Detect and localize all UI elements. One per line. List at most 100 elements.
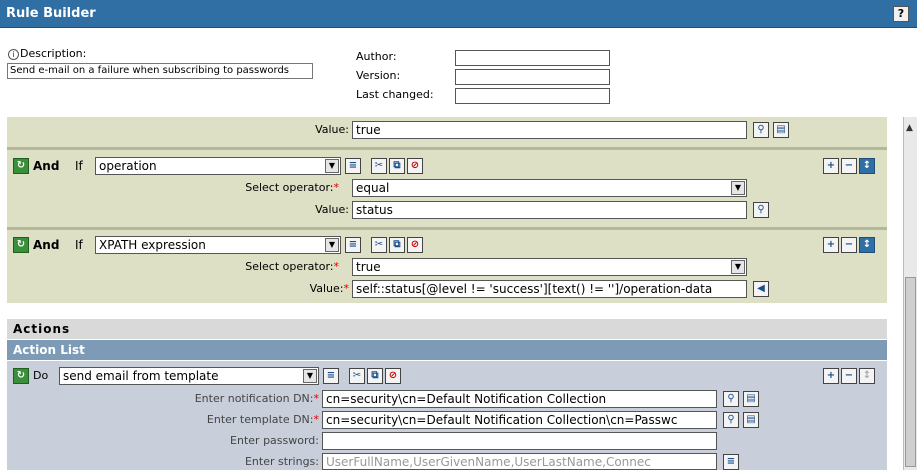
operator-select[interactable]: equal ▼ bbox=[352, 179, 747, 197]
move-icon[interactable]: ↕ bbox=[859, 237, 875, 253]
last-changed-field[interactable] bbox=[455, 88, 610, 104]
condition-type-select[interactable]: operation ▼ bbox=[95, 157, 341, 175]
search-icon[interactable]: ⚲ bbox=[723, 391, 739, 407]
chevron-down-icon: ▼ bbox=[325, 159, 339, 173]
delete-icon[interactable]: ⊘ bbox=[407, 237, 423, 253]
delete-icon[interactable]: ⊘ bbox=[385, 368, 401, 384]
remove-icon[interactable]: − bbox=[841, 237, 857, 253]
add-icon[interactable]: + bbox=[823, 158, 839, 174]
strings-field[interactable]: UserFullName,UserGivenName,UserLastName,… bbox=[322, 453, 717, 470]
remove-icon[interactable]: − bbox=[841, 368, 857, 384]
value-label: Value: bbox=[315, 203, 349, 216]
move-icon[interactable]: ↕ bbox=[859, 158, 875, 174]
value-label: Value: bbox=[315, 123, 349, 136]
window-title: Rule Builder bbox=[6, 6, 96, 21]
edit-list-icon[interactable]: ≡ bbox=[723, 454, 739, 470]
conjunction-label: And bbox=[33, 238, 60, 252]
description-field[interactable]: Send e-mail on a failure when subscribin… bbox=[7, 63, 313, 79]
help-icon[interactable]: ? bbox=[893, 6, 909, 22]
template-dn-field[interactable]: cn=security\cn=Default Notification Coll… bbox=[322, 411, 717, 429]
condition-divider bbox=[7, 147, 887, 150]
required-icon: * bbox=[333, 181, 340, 194]
cut-icon[interactable]: ✂ bbox=[371, 158, 387, 174]
password-field[interactable] bbox=[322, 432, 717, 450]
select-operator-label: Select operator:* bbox=[245, 260, 339, 273]
scroll-up-icon[interactable]: ▲ bbox=[906, 123, 913, 133]
template-dn-label-text: Enter template DN: bbox=[206, 413, 314, 426]
condition-type-value: XPATH expression bbox=[99, 238, 206, 252]
xpath-value-field[interactable]: self::status[@level != 'success'][text()… bbox=[352, 280, 747, 298]
action-type-select[interactable]: send email from template ▼ bbox=[59, 367, 319, 385]
vertical-scrollbar[interactable]: ▲ bbox=[903, 117, 917, 470]
required-icon: * bbox=[313, 392, 320, 405]
edit-list-icon[interactable]: ≡ bbox=[323, 368, 339, 384]
value-field[interactable]: status bbox=[352, 201, 747, 219]
version-label: Version: bbox=[356, 69, 401, 82]
author-label: Author: bbox=[356, 50, 397, 63]
required-icon: * bbox=[343, 282, 350, 295]
select-operator-label-text: Select operator: bbox=[245, 181, 334, 194]
copy-icon[interactable]: ⧉ bbox=[367, 368, 383, 384]
version-field[interactable] bbox=[455, 69, 610, 85]
select-operator-label-text: Select operator: bbox=[245, 260, 334, 273]
info-icon: i bbox=[8, 49, 19, 60]
value-label-text: Value: bbox=[309, 282, 344, 295]
required-icon: * bbox=[333, 260, 340, 273]
author-field[interactable] bbox=[455, 50, 610, 66]
browse-icon[interactable]: ▤ bbox=[743, 412, 759, 428]
add-icon[interactable]: + bbox=[823, 368, 839, 384]
conditions-panel: Value: true ⚲ ▤ ↻ And If operation ▼ ≡ ✂… bbox=[7, 117, 887, 303]
operator-value: equal bbox=[356, 181, 390, 195]
chevron-down-icon: ▼ bbox=[731, 181, 745, 195]
value-field[interactable]: true bbox=[352, 121, 747, 139]
chevron-down-icon: ▼ bbox=[325, 238, 339, 252]
refresh-icon[interactable]: ↻ bbox=[13, 158, 29, 174]
condition-type-select[interactable]: XPATH expression ▼ bbox=[95, 236, 341, 254]
move-icon: ↕ bbox=[859, 368, 875, 384]
browse-icon[interactable]: ▤ bbox=[743, 391, 759, 407]
delete-icon[interactable]: ⊘ bbox=[407, 158, 423, 174]
chevron-down-icon: ▼ bbox=[303, 369, 317, 383]
notification-dn-field[interactable]: cn=security\cn=Default Notification Coll… bbox=[322, 390, 717, 408]
search-icon[interactable]: ⚲ bbox=[723, 412, 739, 428]
condition-divider bbox=[7, 227, 887, 230]
search-icon[interactable]: ⚲ bbox=[753, 122, 769, 138]
action-panel: ↻ Do send email from template ▼ ≡ ✂ ⧉ ⊘ … bbox=[7, 361, 887, 470]
add-icon[interactable]: + bbox=[823, 237, 839, 253]
refresh-icon[interactable]: ↻ bbox=[13, 237, 29, 253]
conjunction-label: And bbox=[33, 159, 60, 173]
password-label: Enter password: bbox=[230, 434, 319, 447]
remove-icon[interactable]: − bbox=[841, 158, 857, 174]
notification-dn-label-text: Enter notification DN: bbox=[194, 392, 314, 405]
browse-icon[interactable]: ▤ bbox=[773, 122, 789, 138]
search-icon[interactable]: ⚲ bbox=[753, 202, 769, 218]
cut-icon[interactable]: ✂ bbox=[371, 237, 387, 253]
xpath-builder-icon[interactable]: ◀ bbox=[753, 281, 769, 297]
copy-icon[interactable]: ⧉ bbox=[389, 158, 405, 174]
actions-title: Actions bbox=[13, 322, 71, 336]
actions-section-header: Actions bbox=[7, 319, 887, 339]
operator-value: true bbox=[356, 260, 381, 274]
operator-select[interactable]: true ▼ bbox=[352, 258, 747, 276]
condition-type-value: operation bbox=[99, 159, 157, 173]
action-list-title: Action List bbox=[13, 343, 85, 357]
if-label: If bbox=[75, 159, 83, 173]
if-label: If bbox=[75, 238, 83, 252]
last-changed-label: Last changed: bbox=[356, 88, 434, 101]
strings-label: Enter strings: bbox=[244, 455, 319, 468]
value-label: Value:* bbox=[310, 282, 349, 295]
chevron-down-icon: ▼ bbox=[731, 260, 745, 274]
template-dn-label: Enter template DN:* bbox=[207, 413, 319, 426]
copy-icon[interactable]: ⧉ bbox=[389, 237, 405, 253]
edit-list-icon[interactable]: ≡ bbox=[345, 237, 361, 253]
action-list-header: Action List bbox=[7, 340, 887, 360]
refresh-icon[interactable]: ↻ bbox=[13, 368, 29, 384]
notification-dn-label: Enter notification DN:* bbox=[195, 392, 319, 405]
edit-list-icon[interactable]: ≡ bbox=[345, 158, 361, 174]
scroll-thumb[interactable] bbox=[905, 277, 916, 467]
cut-icon[interactable]: ✂ bbox=[349, 368, 365, 384]
select-operator-label: Select operator:* bbox=[245, 181, 339, 194]
rule-builder-titlebar: Rule Builder ? bbox=[0, 0, 917, 28]
required-icon: * bbox=[313, 413, 320, 426]
action-type-value: send email from template bbox=[63, 369, 219, 383]
